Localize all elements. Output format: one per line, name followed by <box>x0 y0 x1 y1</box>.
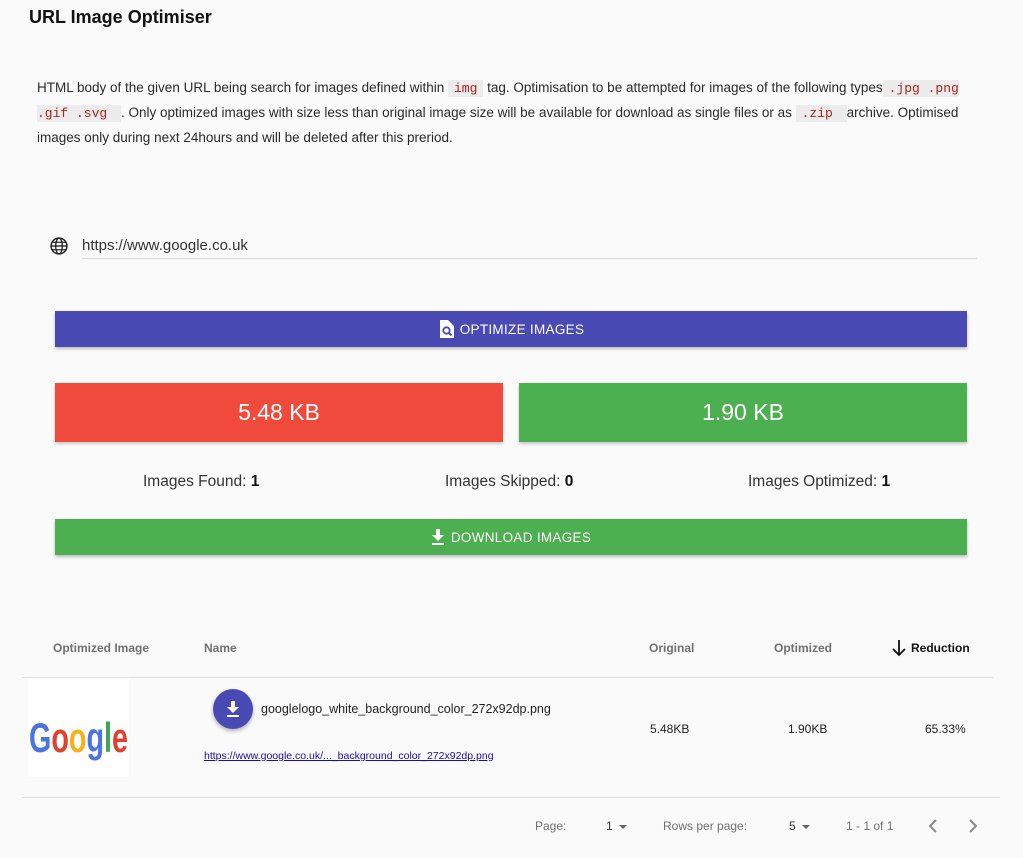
desc-text: HTML body of the given URL being search … <box>37 80 448 95</box>
globe-icon <box>50 237 68 255</box>
download-images-button[interactable]: DOWNLOAD IMAGES <box>55 519 967 555</box>
google-logo-letter: l <box>104 714 112 761</box>
column-header-original[interactable]: Original <box>649 641 694 655</box>
images-skipped-value: 0 <box>564 473 574 490</box>
cell-original-size: 5.48KB <box>650 722 690 736</box>
description: HTML body of the given URL being search … <box>37 76 987 150</box>
download-icon <box>431 529 444 545</box>
google-logo-letter: G <box>29 714 51 761</box>
optimized-size-card: 1.90 KB <box>519 383 967 442</box>
column-header-optimized[interactable]: Optimized <box>774 641 832 655</box>
google-logo-letter: o <box>51 714 69 761</box>
original-size-card: 5.48 KB <box>55 383 503 442</box>
optimize-images-button[interactable]: OPTIMIZE IMAGES <box>55 311 967 347</box>
table-header-divider <box>22 677 993 678</box>
rows-per-page-select[interactable]: 5 <box>789 819 810 833</box>
google-logo-image: Google <box>29 714 128 761</box>
google-logo-letter: e <box>112 714 128 761</box>
download-icon <box>227 701 239 717</box>
desc-text: tag. Optimisation to be attempted for im… <box>483 80 883 95</box>
google-logo-letters: Google <box>29 714 128 761</box>
column-header-name[interactable]: Name <box>204 641 237 655</box>
dropdown-caret-icon <box>801 824 810 829</box>
images-optimized-stat: Images Optimized: 1 <box>748 473 890 491</box>
next-page-button[interactable] <box>962 815 984 837</box>
page-select-value: 1 <box>606 819 613 833</box>
images-optimized-label: Images Optimized: <box>748 473 878 490</box>
chevron-left-icon <box>928 819 937 833</box>
page-label: Page: <box>535 819 567 833</box>
images-found-value: 1 <box>250 473 260 490</box>
cell-reduction: 65.33% <box>925 722 966 736</box>
reduction-header-label: Reduction <box>911 641 970 655</box>
table-footer-divider <box>22 797 1000 798</box>
rows-per-page-value: 5 <box>789 819 796 833</box>
image-file-name: googlelogo_white_background_color_272x92… <box>261 702 551 716</box>
previous-page-button[interactable] <box>922 815 944 837</box>
optimized-image-thumbnail: Google <box>28 678 129 777</box>
page-select[interactable]: 1 <box>606 819 627 833</box>
desc-text: . Only optimized images with size less t… <box>121 105 796 120</box>
google-logo-text: Google <box>29 714 128 761</box>
dropdown-caret-icon <box>618 824 627 829</box>
url-input[interactable] <box>82 230 977 259</box>
row-download-button[interactable] <box>213 689 253 729</box>
column-header-optimized-image[interactable]: Optimized Image <box>53 641 149 655</box>
page-title: URL Image Optimiser <box>29 7 212 27</box>
images-skipped-label: Images Skipped: <box>445 473 561 490</box>
images-found-stat: Images Found: 1 <box>143 473 259 491</box>
url-row <box>47 230 977 260</box>
optimize-images-label: OPTIMIZE IMAGES <box>459 321 585 337</box>
chevron-right-icon <box>969 819 978 833</box>
images-found-label: Images Found: <box>143 473 247 490</box>
google-logo-letter: g <box>86 714 104 761</box>
images-skipped-stat: Images Skipped: 0 <box>445 473 573 491</box>
desc-code-img: img <box>447 80 484 97</box>
rows-per-page-label: Rows per page: <box>663 819 748 833</box>
image-source-link[interactable]: https://www.google.co.uk/..._background_… <box>204 750 494 762</box>
google-logo-letter: o <box>69 714 87 761</box>
images-optimized-value: 1 <box>881 473 891 490</box>
image-search-icon <box>439 320 454 338</box>
download-images-label: DOWNLOAD IMAGES <box>450 529 592 545</box>
cell-optimized-size: 1.90KB <box>788 722 828 736</box>
sort-arrow-down-icon <box>892 640 906 657</box>
column-header-reduction[interactable]: Reduction <box>891 639 970 657</box>
desc-code-zip: .zip <box>795 105 847 122</box>
pagination-range: 1 - 1 of 1 <box>846 819 894 833</box>
